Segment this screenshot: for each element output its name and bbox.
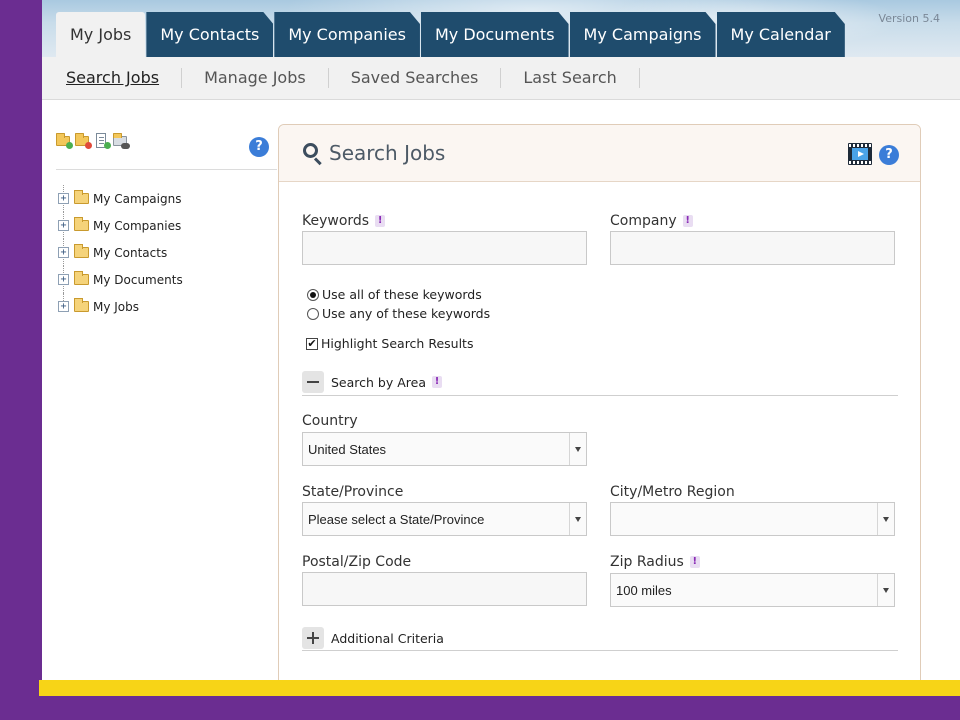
video-tutorial-icon[interactable] <box>848 143 872 165</box>
keywords-label: Keywords! <box>302 213 386 229</box>
top-banner: My Jobs My Contacts My Companies My Docu… <box>42 0 960 57</box>
tree-item-label[interactable]: My Documents <box>93 273 183 287</box>
search-by-area-section[interactable]: Search by Area ! <box>302 371 442 393</box>
radius-select[interactable]: 100 miles <box>610 573 895 607</box>
divider <box>56 169 277 170</box>
section-title: Search by Area <box>331 374 426 390</box>
expand-icon[interactable]: + <box>58 247 69 258</box>
info-icon[interactable]: ! <box>375 215 386 227</box>
tree-item-my-documents[interactable]: + My Documents <box>58 266 183 293</box>
version-label: Version 5.4 <box>878 12 940 25</box>
folder-icon <box>74 217 89 231</box>
radio-all-keywords[interactable]: Use all of these keywords <box>307 287 482 302</box>
expand-icon[interactable]: + <box>58 301 69 312</box>
page-title: Search Jobs <box>329 141 446 165</box>
folder-icon <box>74 190 89 204</box>
collapse-icon[interactable] <box>302 371 324 393</box>
radio-any-keywords[interactable]: Use any of these keywords <box>307 306 490 321</box>
radio-button[interactable] <box>307 288 319 301</box>
section-title: Additional Criteria <box>331 630 444 646</box>
expand-icon[interactable]: + <box>58 274 69 285</box>
sidebar-help-icon[interactable]: ? <box>249 137 269 157</box>
chevron-down-icon[interactable] <box>877 574 894 606</box>
state-select[interactable]: Please select a State/Province <box>302 502 587 536</box>
subnav-manage-jobs[interactable]: Manage Jobs <box>182 68 329 88</box>
tab-my-contacts[interactable]: My Contacts <box>146 12 273 57</box>
tree-item-my-jobs[interactable]: + My Jobs <box>58 293 183 320</box>
folder-icon <box>74 298 89 312</box>
info-icon[interactable]: ! <box>682 215 693 227</box>
company-input[interactable] <box>610 231 895 265</box>
chevron-down-icon[interactable] <box>877 503 894 535</box>
tab-my-calendar[interactable]: My Calendar <box>717 12 845 57</box>
tree-item-label[interactable]: My Jobs <box>93 300 139 314</box>
state-label: State/Province <box>302 484 404 500</box>
city-select[interactable] <box>610 502 895 536</box>
country-select[interactable]: United States <box>302 432 587 466</box>
zip-label: Postal/Zip Code <box>302 554 412 570</box>
tab-my-companies[interactable]: My Companies <box>274 12 420 57</box>
subnav-saved-searches[interactable]: Saved Searches <box>329 68 502 88</box>
keywords-input[interactable] <box>302 231 587 265</box>
divider <box>302 395 898 396</box>
share-folder-icon[interactable] <box>113 133 130 149</box>
new-folder-icon[interactable] <box>56 133 73 149</box>
info-icon[interactable]: ! <box>432 376 442 388</box>
highlight-results-option[interactable]: ✔ Highlight Search Results <box>306 336 473 351</box>
expand-icon[interactable] <box>302 627 324 649</box>
company-label: Company! <box>610 213 693 229</box>
tree-item-my-contacts[interactable]: + My Contacts <box>58 239 183 266</box>
chevron-down-icon[interactable] <box>569 433 586 465</box>
folder-icon <box>74 271 89 285</box>
subnav-search-jobs[interactable]: Search Jobs <box>66 68 183 88</box>
tab-my-jobs[interactable]: My Jobs <box>56 12 146 57</box>
radius-label: Zip Radius! <box>610 554 700 570</box>
tree-item-label[interactable]: My Companies <box>93 219 181 233</box>
help-icon[interactable]: ? <box>879 145 899 165</box>
search-icon <box>303 143 323 166</box>
folder-icon <box>74 244 89 258</box>
chevron-down-icon[interactable] <box>569 503 586 535</box>
additional-criteria-section[interactable]: Additional Criteria <box>302 627 444 649</box>
zip-input[interactable] <box>302 572 587 606</box>
tree-item-my-companies[interactable]: + My Companies <box>58 212 183 239</box>
panel-header: Search Jobs ? <box>279 125 920 182</box>
tree-item-label[interactable]: My Contacts <box>93 246 167 260</box>
tab-my-campaigns[interactable]: My Campaigns <box>570 12 716 57</box>
divider <box>302 650 898 651</box>
subnav-last-search[interactable]: Last Search <box>501 68 640 88</box>
main-tabs: My Jobs My Contacts My Companies My Docu… <box>56 12 846 57</box>
app-window: My Jobs My Contacts My Companies My Docu… <box>42 0 960 680</box>
new-document-icon[interactable] <box>94 133 111 149</box>
expand-icon[interactable]: + <box>58 220 69 231</box>
info-icon[interactable]: ! <box>689 556 700 568</box>
tree-item-label[interactable]: My Campaigns <box>93 192 181 206</box>
city-label: City/Metro Region <box>610 484 735 500</box>
country-label: Country <box>302 413 358 429</box>
radio-button[interactable] <box>307 307 319 320</box>
folder-tree: + My Campaigns + My Companies + My Conta… <box>58 185 183 320</box>
sub-navigation: Search Jobs Manage Jobs Saved Searches L… <box>42 57 960 100</box>
delete-folder-icon[interactable] <box>75 133 92 149</box>
tree-item-my-campaigns[interactable]: + My Campaigns <box>58 185 183 212</box>
highlight-checkbox[interactable]: ✔ <box>306 337 318 350</box>
sidebar-toolbar <box>56 133 130 149</box>
search-jobs-panel: Search Jobs ? Keywords! Company! Use all… <box>278 124 921 680</box>
tab-my-documents[interactable]: My Documents <box>421 12 569 57</box>
expand-icon[interactable]: + <box>58 193 69 204</box>
sidebar: ? + My Campaigns + My Companies + My Con… <box>42 100 277 680</box>
bottom-accent-bar <box>39 680 960 696</box>
